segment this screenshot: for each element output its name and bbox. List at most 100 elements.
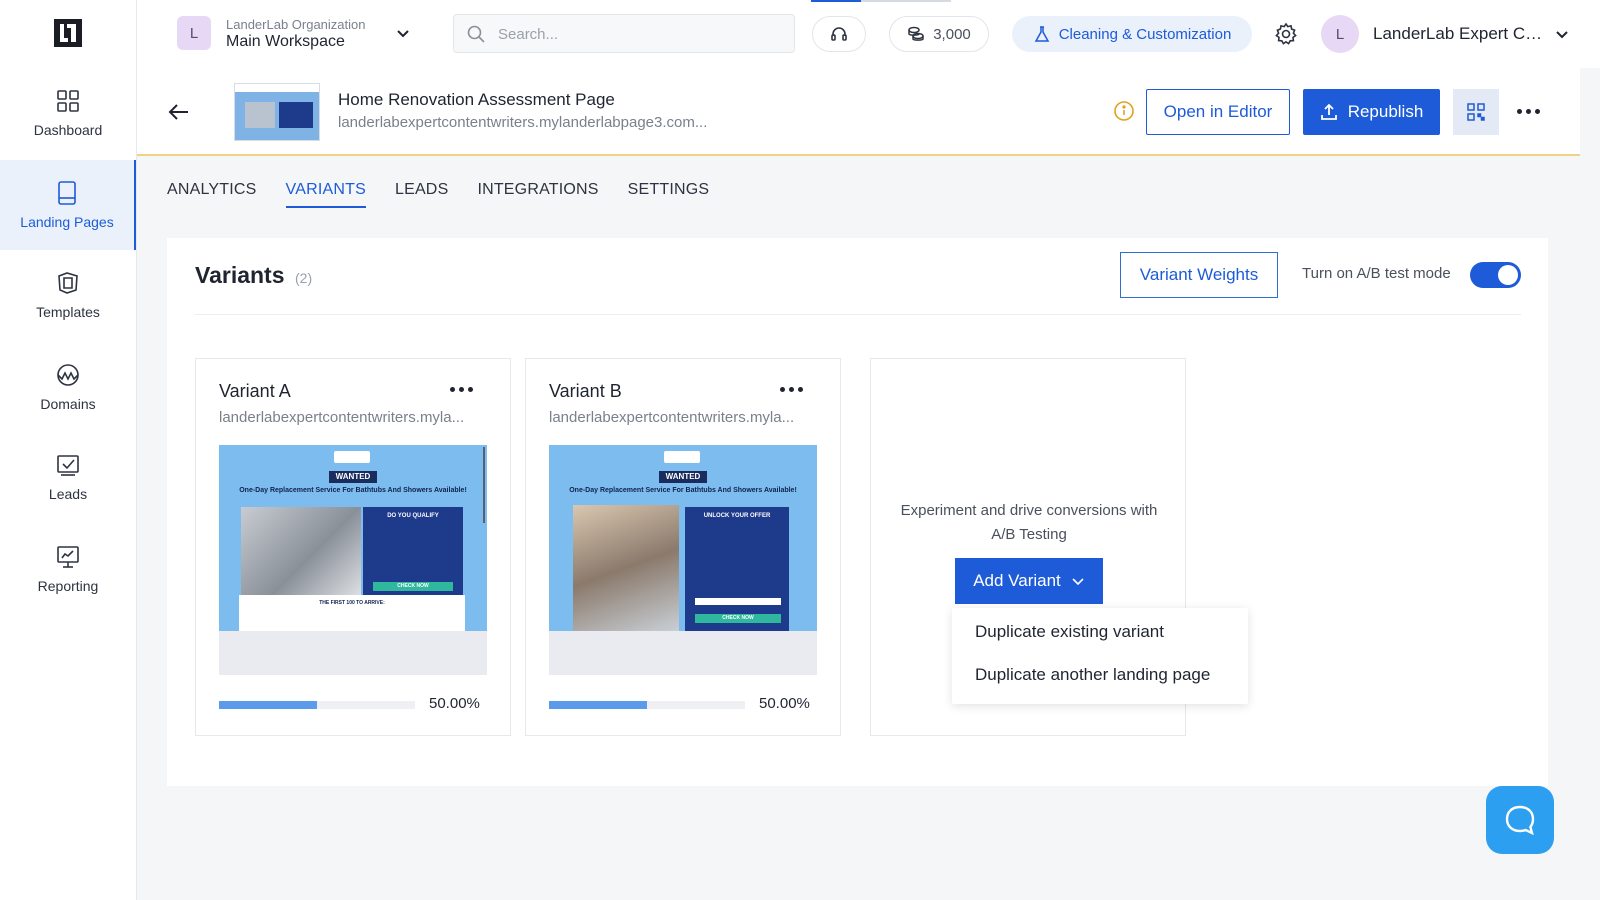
sidebar-item-landing-pages[interactable]: Landing Pages — [0, 160, 136, 250]
menu-item-duplicate-landing-page[interactable]: Duplicate another landing page — [975, 665, 1210, 685]
user-avatar[interactable]: L — [1321, 15, 1359, 53]
user-name[interactable]: LanderLab Expert Co... — [1373, 24, 1545, 44]
sidebar-item-label: Templates — [36, 304, 100, 320]
page-tabs: ANALYTICS VARIANTS LEADS INTEGRATIONS SE… — [167, 181, 709, 208]
variants-title: Variants — [195, 262, 285, 288]
ab-testing-description: Experiment and drive conversions with A/… — [900, 502, 1158, 543]
sidebar: Dashboard Landing Pages Templates Domain… — [0, 0, 137, 900]
top-accent-bar-track — [861, 0, 951, 2]
search-box[interactable] — [453, 14, 795, 53]
add-variant-button[interactable]: Add Variant — [955, 558, 1103, 604]
sidebar-item-label: Leads — [48, 486, 88, 502]
variant-card-b[interactable]: Variant B landerlabexpertcontentwriters.… — [525, 358, 841, 736]
credits-count: 3,000 — [933, 25, 971, 43]
variant-menu-icon[interactable] — [780, 387, 803, 392]
domains-icon — [57, 364, 79, 386]
tab-analytics[interactable]: ANALYTICS — [167, 181, 257, 208]
open-in-editor-button[interactable]: Open in Editor — [1146, 89, 1290, 135]
ab-test-label: Turn on A/B test mode — [1302, 265, 1451, 282]
page-thumbnail[interactable] — [234, 83, 320, 141]
variant-card-a[interactable]: Variant A landerlabexpertcontentwriters.… — [195, 358, 511, 736]
variant-weights-button[interactable]: Variant Weights — [1120, 252, 1278, 298]
info-icon[interactable] — [1113, 100, 1135, 122]
sidebar-item-domains[interactable]: Domains — [0, 342, 136, 432]
tab-leads[interactable]: LEADS — [395, 181, 448, 208]
top-accent-bar — [811, 0, 861, 2]
preview-form-box: UNLOCK YOUR OFFER CHECK NOW — [685, 507, 789, 631]
sidebar-item-label: Dashboard — [33, 122, 103, 138]
chat-support-button[interactable] — [1486, 786, 1554, 854]
chevron-down-icon[interactable] — [1553, 25, 1571, 43]
variant-url[interactable]: landerlabexpertcontentwriters.myla... — [549, 409, 819, 426]
templates-icon — [58, 272, 78, 294]
sidebar-item-label: Domains — [40, 396, 96, 412]
more-options-icon[interactable] — [1513, 99, 1543, 123]
workspace-avatar[interactable]: L — [177, 16, 211, 50]
preview-headline: One-Day Replacement Service For Bathtubs… — [239, 487, 467, 494]
leads-icon — [57, 455, 79, 476]
preview-image — [241, 507, 361, 603]
tab-settings[interactable]: SETTINGS — [628, 181, 710, 208]
preview-scrollbar[interactable] — [483, 447, 485, 523]
search-input[interactable] — [498, 23, 778, 45]
sidebar-item-label: Reporting — [37, 578, 99, 594]
weight-percent: 50.00% — [759, 695, 810, 712]
qr-code-icon — [1467, 103, 1485, 121]
headset-icon — [831, 27, 847, 41]
menu-item-duplicate-variant[interactable]: Duplicate existing variant — [975, 622, 1164, 642]
sidebar-item-templates[interactable]: Templates — [0, 250, 136, 340]
page-header: Home Renovation Assessment Page landerla… — [137, 68, 1580, 156]
variant-name: Variant A — [219, 381, 291, 401]
preview-tag: WANTED — [659, 471, 707, 483]
republish-button[interactable]: Republish — [1303, 89, 1440, 135]
support-button[interactable] — [812, 16, 866, 52]
tab-integrations[interactable]: INTEGRATIONS — [477, 181, 598, 208]
add-variant-menu: Duplicate existing variant Duplicate ano… — [952, 608, 1248, 704]
cleaning-label: Cleaning & Customization — [1058, 25, 1232, 43]
sidebar-item-leads[interactable]: Leads — [0, 432, 136, 522]
flask-icon — [1034, 26, 1049, 42]
variant-preview[interactable]: WANTED One-Day Replacement Service For B… — [219, 445, 487, 675]
weight-progress-bar — [219, 701, 415, 709]
ab-test-toggle[interactable] — [1470, 262, 1521, 288]
tab-variants[interactable]: VARIANTS — [285, 181, 366, 208]
sidebar-item-reporting[interactable]: Reporting — [0, 524, 136, 614]
republish-label: Republish — [1347, 102, 1424, 121]
sidebar-item-label: Landing Pages — [20, 214, 114, 230]
credits-badge[interactable]: 3,000 — [889, 16, 989, 52]
cleaning-customization-button[interactable]: Cleaning & Customization — [1012, 16, 1252, 52]
qr-code-button[interactable] — [1453, 89, 1499, 135]
variant-url[interactable]: landerlabexpertcontentwriters.myla... — [219, 409, 489, 426]
preview-image — [573, 505, 679, 631]
preview-form-box: DO YOU QUALIFY CHECK NOW — [363, 507, 463, 603]
chat-bubble-icon — [1505, 805, 1535, 836]
variant-name: Variant B — [549, 381, 622, 401]
coins-icon — [908, 26, 924, 41]
gear-icon[interactable] — [1274, 22, 1298, 46]
dashboard-icon — [57, 90, 79, 112]
add-variant-label: Add Variant — [973, 571, 1061, 590]
variant-menu-icon[interactable] — [450, 387, 473, 392]
page-url[interactable]: landerlabexpertcontentwriters.mylanderla… — [338, 114, 707, 131]
variants-count: (2) — [295, 270, 313, 286]
landing-pages-icon — [58, 181, 76, 205]
chevron-down-icon[interactable] — [394, 24, 412, 42]
chevron-down-icon — [1072, 578, 1084, 586]
top-bar: L LanderLab Organization Main Workspace … — [137, 0, 1600, 68]
reporting-icon — [57, 546, 79, 568]
preview-headline: One-Day Replacement Service For Bathtubs… — [569, 487, 797, 494]
weight-percent: 50.00% — [429, 695, 480, 712]
preview-strip: THE FIRST 100 TO ARRIVE: — [239, 595, 465, 631]
workspace-name[interactable]: Main Workspace — [226, 33, 345, 51]
variant-preview[interactable]: WANTED One-Day Replacement Service For B… — [549, 445, 817, 675]
search-icon — [467, 25, 485, 43]
organization-name[interactable]: LanderLab Organization — [226, 17, 366, 32]
divider — [195, 314, 1521, 315]
variants-panel: Variants (2) Variant Weights Turn on A/B… — [167, 238, 1548, 786]
page-title: Home Renovation Assessment Page — [338, 90, 615, 109]
landerlab-logo[interactable] — [54, 19, 82, 47]
preview-tag: WANTED — [329, 471, 377, 483]
upload-icon — [1320, 103, 1337, 120]
back-arrow-icon[interactable] — [167, 100, 191, 124]
sidebar-item-dashboard[interactable]: Dashboard — [0, 68, 136, 158]
